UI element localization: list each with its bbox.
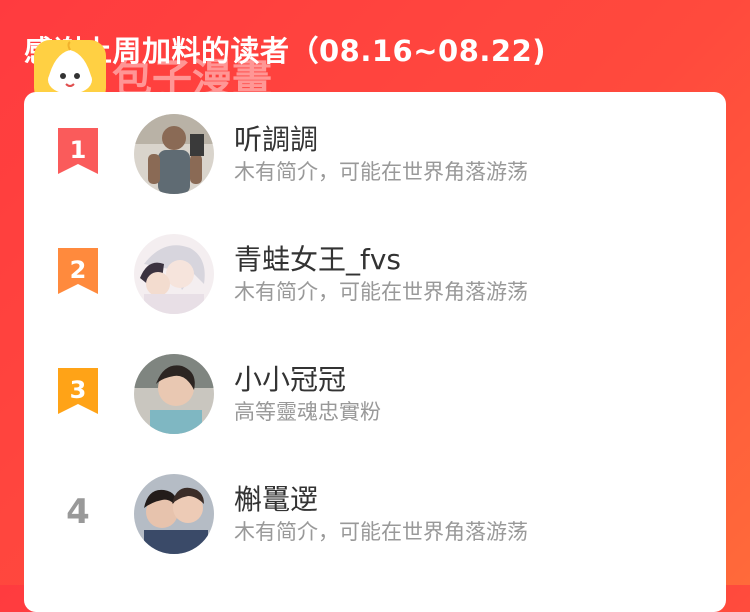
rank-badge: 1 (58, 128, 98, 174)
reader-name: 青蛙女王_fvs (234, 243, 402, 276)
reader-name: 听調調 (234, 123, 319, 156)
reader-bio: 木有简介，可能在世界角落游荡 (234, 520, 528, 544)
rank-number: 1 (69, 136, 87, 164)
avatar[interactable] (134, 354, 214, 434)
reader-name: 槲鼍遻 (234, 483, 319, 516)
reader-bio: 木有简介，可能在世界角落游荡 (234, 280, 528, 304)
rank-badge: 2 (58, 248, 98, 294)
avatar[interactable] (134, 114, 214, 194)
reader-bio: 木有简介，可能在世界角落游荡 (234, 160, 528, 184)
avatar[interactable] (134, 474, 214, 554)
reader-list: 1 听調調 木有简介，可能在世界角落游荡 2 青蛙女王_fvs 木有简介，可能在… (24, 92, 726, 612)
rank-number: 4 (66, 492, 90, 532)
reader-bio: 高等靈魂忠實粉 (234, 400, 381, 424)
list-item[interactable]: 1 听調調 木有简介，可能在世界角落游荡 (24, 114, 726, 214)
list-item[interactable]: 4 槲鼍遻 木有简介，可能在世界角落游荡 (24, 474, 726, 574)
list-item[interactable]: 2 青蛙女王_fvs 木有简介，可能在世界角落游荡 (24, 234, 726, 334)
list-item[interactable]: 3 小小冠冠 高等靈魂忠實粉 (24, 354, 726, 454)
rank-number: 3 (69, 376, 87, 404)
rank-badge: 3 (58, 368, 98, 414)
reader-name: 小小冠冠 (234, 363, 347, 396)
rank-number: 2 (69, 256, 87, 284)
avatar[interactable] (134, 234, 214, 314)
